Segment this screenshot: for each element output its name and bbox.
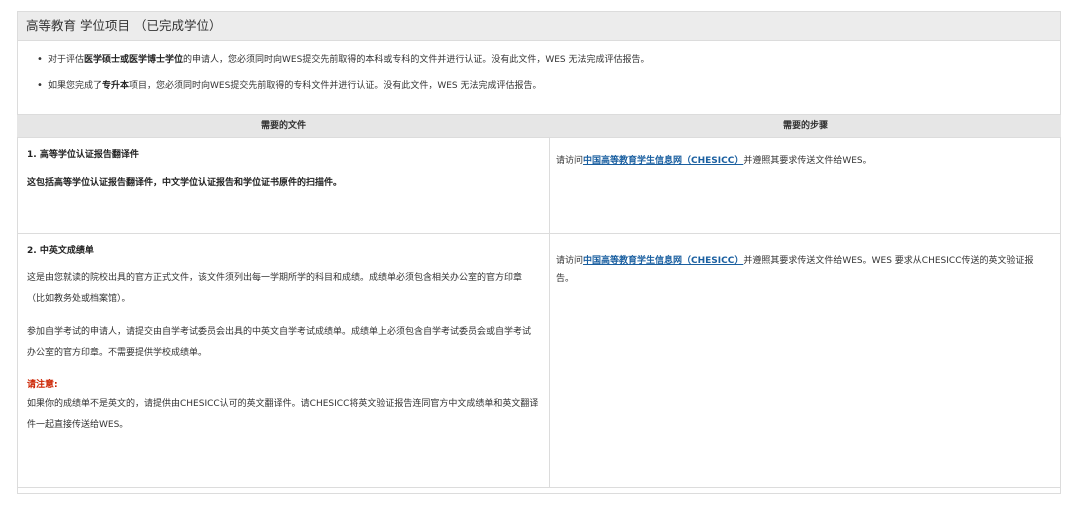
step-suffix: 并遵照其要求传送文件给WES。 <box>743 156 872 166</box>
requirements-bullet-list: 对于评估医学硕士或医学博士学位的申请人，您必须同时向WES提交先前取得的本科或专… <box>18 41 1060 99</box>
step-prefix: 请访问 <box>556 156 584 166</box>
degree-requirements-panel: 高等教育 学位项目 （已完成学位） 对于评估医学硕士或医学博士学位的申请人，您必… <box>17 11 1061 494</box>
bullet-bold-text: 医学硕士或医学博士学位 <box>84 55 184 65</box>
bullet-text: 对于评估 <box>48 55 85 65</box>
panel-title: 高等教育 学位项目 （已完成学位） <box>18 12 1060 41</box>
step-text: 请访问中国高等教育学生信息网（CHESICC）并遵照其要求传送文件给WES。 <box>556 152 1051 170</box>
chesicc-link[interactable]: 中国高等教育学生信息网（CHESICC） <box>583 156 743 166</box>
documents-table: 需要的文件 需要的步骤 1. 高等学位认证报告翻译件 这包括高等学位认证报告翻译… <box>17 114 1061 488</box>
step-text: 请访问中国高等教育学生信息网（CHESICC）并遵照其要求传送文件给WES。WE… <box>556 252 1051 288</box>
warning-label: 请注意: <box>27 380 58 390</box>
steps-cell: 请访问中国高等教育学生信息网（CHESICC）并遵照其要求传送文件给WES。 <box>550 138 1061 233</box>
document-paragraph: 参加自学考试的申请人，请提交由自学考试委员会出具的中英文自学考试成绩单。成绩单上… <box>27 327 532 358</box>
bullet-item-medical: 对于评估医学硕士或医学博士学位的申请人，您必须同时向WES提交先前取得的本科或专… <box>37 47 1060 73</box>
chesicc-link[interactable]: 中国高等教育学生信息网（CHESICC） <box>583 256 743 266</box>
document-paragraph: 这是由您就读的院校出具的官方正式文件，该文件须列出每一学期所学的科目和成绩。成绩… <box>27 273 523 304</box>
bullet-item-upgrade: 如果您完成了专升本项目，您必须同时向WES提交先前取得的专科文件并进行认证。没有… <box>37 73 1060 99</box>
bullet-text: 的申请人，您必须同时向WES提交先前取得的本科或专科的文件并进行认证。没有此文件… <box>183 55 650 65</box>
steps-cell: 请访问中国高等教育学生信息网（CHESICC）并遵照其要求传送文件给WES。WE… <box>550 234 1061 487</box>
document-description: 这包括高等学位认证报告翻译件，中文学位认证报告和学位证书原件的扫描件。 <box>27 178 343 188</box>
bullet-text: 如果您完成了 <box>48 81 103 91</box>
bullet-text: 项目，您必须同时向WES提交先前取得的专科文件并进行认证。没有此文件，WES 无… <box>129 81 542 91</box>
document-cell: 2. 中英文成绩单 这是由您就读的院校出具的官方正式文件，该文件须列出每一学期所… <box>17 234 550 487</box>
table-row: 2. 中英文成绩单 这是由您就读的院校出具的官方正式文件，该文件须列出每一学期所… <box>17 234 1061 488</box>
document-title: 1. 高等学位认证报告翻译件 <box>27 150 139 160</box>
header-required-steps: 需要的步骤 <box>782 121 828 131</box>
bullet-bold-text: 专升本 <box>102 81 130 91</box>
table-header-row: 需要的文件 需要的步骤 <box>17 114 1061 138</box>
table-row: 1. 高等学位认证报告翻译件 这包括高等学位认证报告翻译件，中文学位认证报告和学… <box>17 138 1061 234</box>
warning-paragraph: 如果你的成绩单不是英文的，请提供由CHESICC认可的英文翻译件。请CHESIC… <box>27 399 539 430</box>
step-prefix: 请访问 <box>556 256 584 266</box>
document-title: 2. 中英文成绩单 <box>27 246 94 256</box>
header-required-documents: 需要的文件 <box>260 121 306 131</box>
document-cell: 1. 高等学位认证报告翻译件 这包括高等学位认证报告翻译件，中文学位认证报告和学… <box>17 138 550 233</box>
